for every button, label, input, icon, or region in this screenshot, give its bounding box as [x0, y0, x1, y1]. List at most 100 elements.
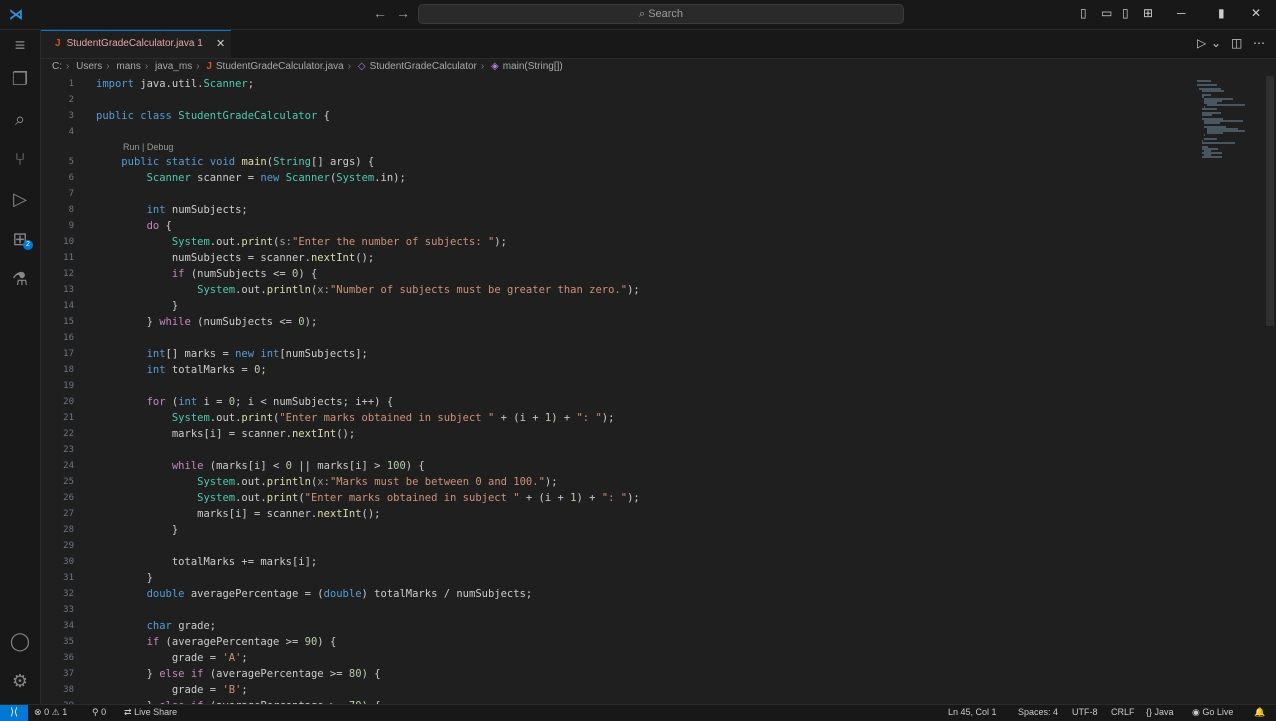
code-text[interactable]: totalMarks += marks[i]; — [96, 554, 317, 570]
code-line[interactable]: 36 grade = 'A'; — [41, 650, 1181, 666]
line-number[interactable]: 11 — [41, 250, 74, 266]
code-line[interactable]: 20 for (int i = 0; i < numSubjects; i++)… — [41, 394, 1181, 410]
toggle-primary-sidebar-icon[interactable]: ▯ — [1080, 6, 1087, 20]
tab-student-grade-calculator[interactable]: J StudentGradeCalculator.java 1 ✕ — [41, 30, 231, 58]
breadcrumb-drive[interactable]: C: — [52, 61, 62, 72]
code-line[interactable]: 35 if (averagePercentage >= 90) { — [41, 634, 1181, 650]
line-number[interactable]: 7 — [41, 186, 74, 202]
code-line[interactable]: 15 } while (numSubjects <= 0); — [41, 314, 1181, 330]
code-text[interactable]: grade = 'A'; — [96, 650, 248, 666]
code-line[interactable]: 34 char grade; — [41, 618, 1181, 634]
line-number[interactable]: 20 — [41, 394, 74, 410]
code-text[interactable]: } while (numSubjects <= 0); — [96, 314, 318, 330]
line-number[interactable]: 29 — [41, 538, 74, 554]
editor-scrollbar[interactable] — [1264, 76, 1276, 704]
line-number[interactable]: 12 — [41, 266, 74, 282]
line-number[interactable]: 36 — [41, 650, 74, 666]
code-text[interactable]: int numSubjects; — [96, 202, 248, 218]
code-editor[interactable]: Run | Debug 1 import java.util.Scanner; 2 3… — [41, 76, 1189, 704]
command-center-search[interactable]: ⌕ Search — [418, 4, 904, 24]
source-control-icon[interactable]: ⑂ — [0, 144, 40, 174]
maximize-window-icon[interactable]: ▮ — [1218, 6, 1225, 20]
live-share-status[interactable]: ⇄ Live Share — [124, 705, 177, 720]
forward-arrow-icon[interactable]: → — [396, 5, 410, 21]
code-text[interactable]: System.out.print(s:"Enter the number of … — [96, 234, 507, 250]
code-line[interactable]: 25 System.out.println(x:"Marks must be b… — [41, 474, 1181, 490]
line-number[interactable]: 5 — [41, 154, 74, 170]
line-number[interactable]: 4 — [41, 124, 74, 140]
line-number[interactable]: 27 — [41, 506, 74, 522]
line-number[interactable]: 2 — [41, 92, 74, 108]
line-number[interactable]: 22 — [41, 426, 74, 442]
close-window-icon[interactable]: ✕ — [1251, 6, 1261, 20]
code-line[interactable]: 9 do { — [41, 218, 1181, 234]
breadcrumb-folder[interactable]: java_ms — [155, 61, 192, 72]
code-line[interactable]: 18 int totalMarks = 0; — [41, 362, 1181, 378]
line-number[interactable]: 9 — [41, 218, 74, 234]
end-of-line[interactable]: CRLF — [1111, 705, 1135, 720]
code-line[interactable]: 33 — [41, 602, 1181, 618]
run-debug-codelens[interactable]: Run | Debug — [123, 142, 173, 152]
line-number[interactable]: 15 — [41, 314, 74, 330]
line-number[interactable]: 31 — [41, 570, 74, 586]
line-number[interactable]: 17 — [41, 346, 74, 362]
code-line[interactable]: 7 — [41, 186, 1181, 202]
line-number[interactable]: 19 — [41, 378, 74, 394]
scrollbar-thumb[interactable] — [1266, 76, 1274, 326]
code-text[interactable]: marks[i] = scanner.nextInt(); — [96, 506, 380, 522]
line-number[interactable]: 8 — [41, 202, 74, 218]
back-arrow-icon[interactable]: ← — [373, 5, 387, 21]
code-text[interactable]: Scanner scanner = new Scanner(System.in)… — [96, 170, 406, 186]
extensions-icon[interactable]: ⊞ 2 — [0, 224, 40, 254]
language-mode[interactable]: {} Java — [1146, 705, 1174, 720]
code-text[interactable]: double averagePercentage = (double) tota… — [96, 586, 533, 602]
line-number[interactable]: 34 — [41, 618, 74, 634]
code-line[interactable]: 37 } else if (averagePercentage >= 80) { — [41, 666, 1181, 682]
split-editor-icon[interactable]: ◫ — [1231, 36, 1242, 50]
ports-status[interactable]: ⚲ 0 — [92, 705, 106, 720]
breadcrumb-file[interactable]: StudentGradeCalculator.java — [216, 61, 344, 72]
code-line[interactable]: 28 } — [41, 522, 1181, 538]
encoding[interactable]: UTF-8 — [1072, 705, 1098, 720]
code-text[interactable]: import java.util.Scanner; — [96, 76, 254, 92]
search-icon[interactable]: ⌕ — [0, 104, 40, 134]
code-text[interactable]: int totalMarks = 0; — [96, 362, 267, 378]
code-text[interactable]: numSubjects = scanner.nextInt(); — [96, 250, 374, 266]
account-icon[interactable]: ◯ — [0, 626, 40, 656]
run-dropdown-chevron-icon[interactable]: ⌄ — [1211, 36, 1221, 50]
code-line[interactable]: 24 while (marks[i] < 0 || marks[i] > 100… — [41, 458, 1181, 474]
code-text[interactable]: } — [96, 570, 153, 586]
code-line[interactable]: 29 — [41, 538, 1181, 554]
line-number[interactable]: 13 — [41, 282, 74, 298]
close-tab-icon[interactable]: ✕ — [216, 31, 225, 57]
line-number[interactable]: 1 — [41, 76, 74, 92]
code-line[interactable]: 5 public static void main(String[] args)… — [41, 154, 1181, 170]
line-number[interactable]: 28 — [41, 522, 74, 538]
minimap[interactable] — [1189, 76, 1264, 704]
code-line[interactable]: 30 totalMarks += marks[i]; — [41, 554, 1181, 570]
code-text[interactable]: } — [96, 298, 178, 314]
code-text[interactable]: for (int i = 0; i < numSubjects; i++) { — [96, 394, 394, 410]
indentation[interactable]: Spaces: 4 — [1018, 705, 1058, 720]
code-text[interactable]: System.out.println(x:"Marks must be betw… — [96, 474, 557, 490]
line-number[interactable]: 16 — [41, 330, 74, 346]
explorer-icon[interactable]: ❐ — [0, 64, 40, 94]
code-text[interactable]: grade = 'B'; — [96, 682, 248, 698]
line-number[interactable]: 25 — [41, 474, 74, 490]
code-text[interactable]: char grade; — [96, 618, 217, 634]
code-text[interactable]: public static void main(String[] args) { — [96, 154, 374, 170]
line-number[interactable]: 3 — [41, 108, 74, 124]
code-line[interactable]: 8 int numSubjects; — [41, 202, 1181, 218]
breadcrumb-users[interactable]: Users — [76, 61, 102, 72]
line-number[interactable]: 26 — [41, 490, 74, 506]
code-line[interactable]: 23 — [41, 442, 1181, 458]
code-line[interactable]: 38 grade = 'B'; — [41, 682, 1181, 698]
line-number[interactable]: 21 — [41, 410, 74, 426]
code-text[interactable]: } — [96, 522, 178, 538]
line-number[interactable]: 18 — [41, 362, 74, 378]
code-line[interactable]: 2 — [41, 92, 1181, 108]
problems-status[interactable]: ⊗ 0 ⚠ 1 — [34, 705, 67, 720]
line-number[interactable]: 35 — [41, 634, 74, 650]
code-line[interactable]: 17 int[] marks = new int[numSubjects]; — [41, 346, 1181, 362]
customize-layout-icon[interactable]: ⊞ — [1143, 6, 1153, 20]
